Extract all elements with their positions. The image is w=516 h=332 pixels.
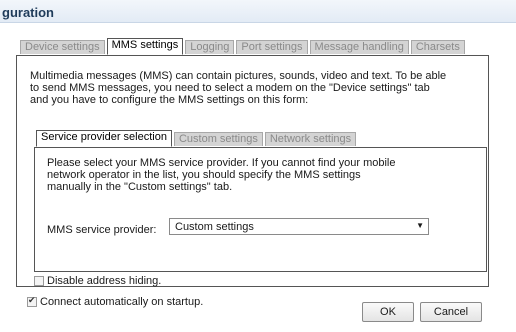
- provider-select-value: Custom settings: [175, 221, 254, 233]
- tab-service-provider-selection[interactable]: Service provider selection: [36, 130, 172, 147]
- window-title: guration: [2, 5, 54, 20]
- tab-logging[interactable]: Logging: [185, 40, 235, 54]
- tab-custom-settings[interactable]: Custom settings: [173, 132, 263, 146]
- title-bar: guration: [0, 0, 516, 23]
- cancel-button[interactable]: Cancel: [420, 302, 482, 322]
- provider-info-text: Please select your MMS service provider.…: [47, 157, 396, 193]
- disable-address-hiding-label: Disable address hiding.: [47, 275, 162, 287]
- mms-inner-tabs: Service provider selection Custom settin…: [36, 130, 358, 147]
- connect-automatically-label: Connect automatically on startup.: [40, 296, 204, 308]
- tab-device-settings[interactable]: Device settings: [20, 40, 105, 54]
- settings-tabs: Device settings MMS settings Logging Por…: [20, 38, 467, 55]
- tab-message-handling[interactable]: Message handling: [309, 40, 409, 54]
- provider-select[interactable]: Custom settings ▼: [169, 218, 429, 235]
- tab-charsets[interactable]: Charsets: [410, 40, 465, 54]
- connect-automatically-checkbox[interactable]: Connect automatically on startup.: [27, 295, 204, 308]
- tab-port-settings[interactable]: Port settings: [236, 40, 308, 54]
- disable-address-hiding-checkbox[interactable]: Disable address hiding.: [34, 275, 161, 287]
- tab-mms-settings[interactable]: MMS settings: [106, 38, 184, 55]
- mms-intro-text: Multimedia messages (MMS) can contain pi…: [30, 70, 447, 106]
- checkmark-icon: [27, 295, 37, 307]
- dropdown-arrow-icon: ▼: [416, 221, 424, 230]
- checkbox-icon: [34, 276, 44, 286]
- provider-label: MMS service provider:: [47, 224, 157, 236]
- tab-network-settings[interactable]: Network settings: [264, 132, 357, 146]
- ok-button[interactable]: OK: [362, 302, 414, 322]
